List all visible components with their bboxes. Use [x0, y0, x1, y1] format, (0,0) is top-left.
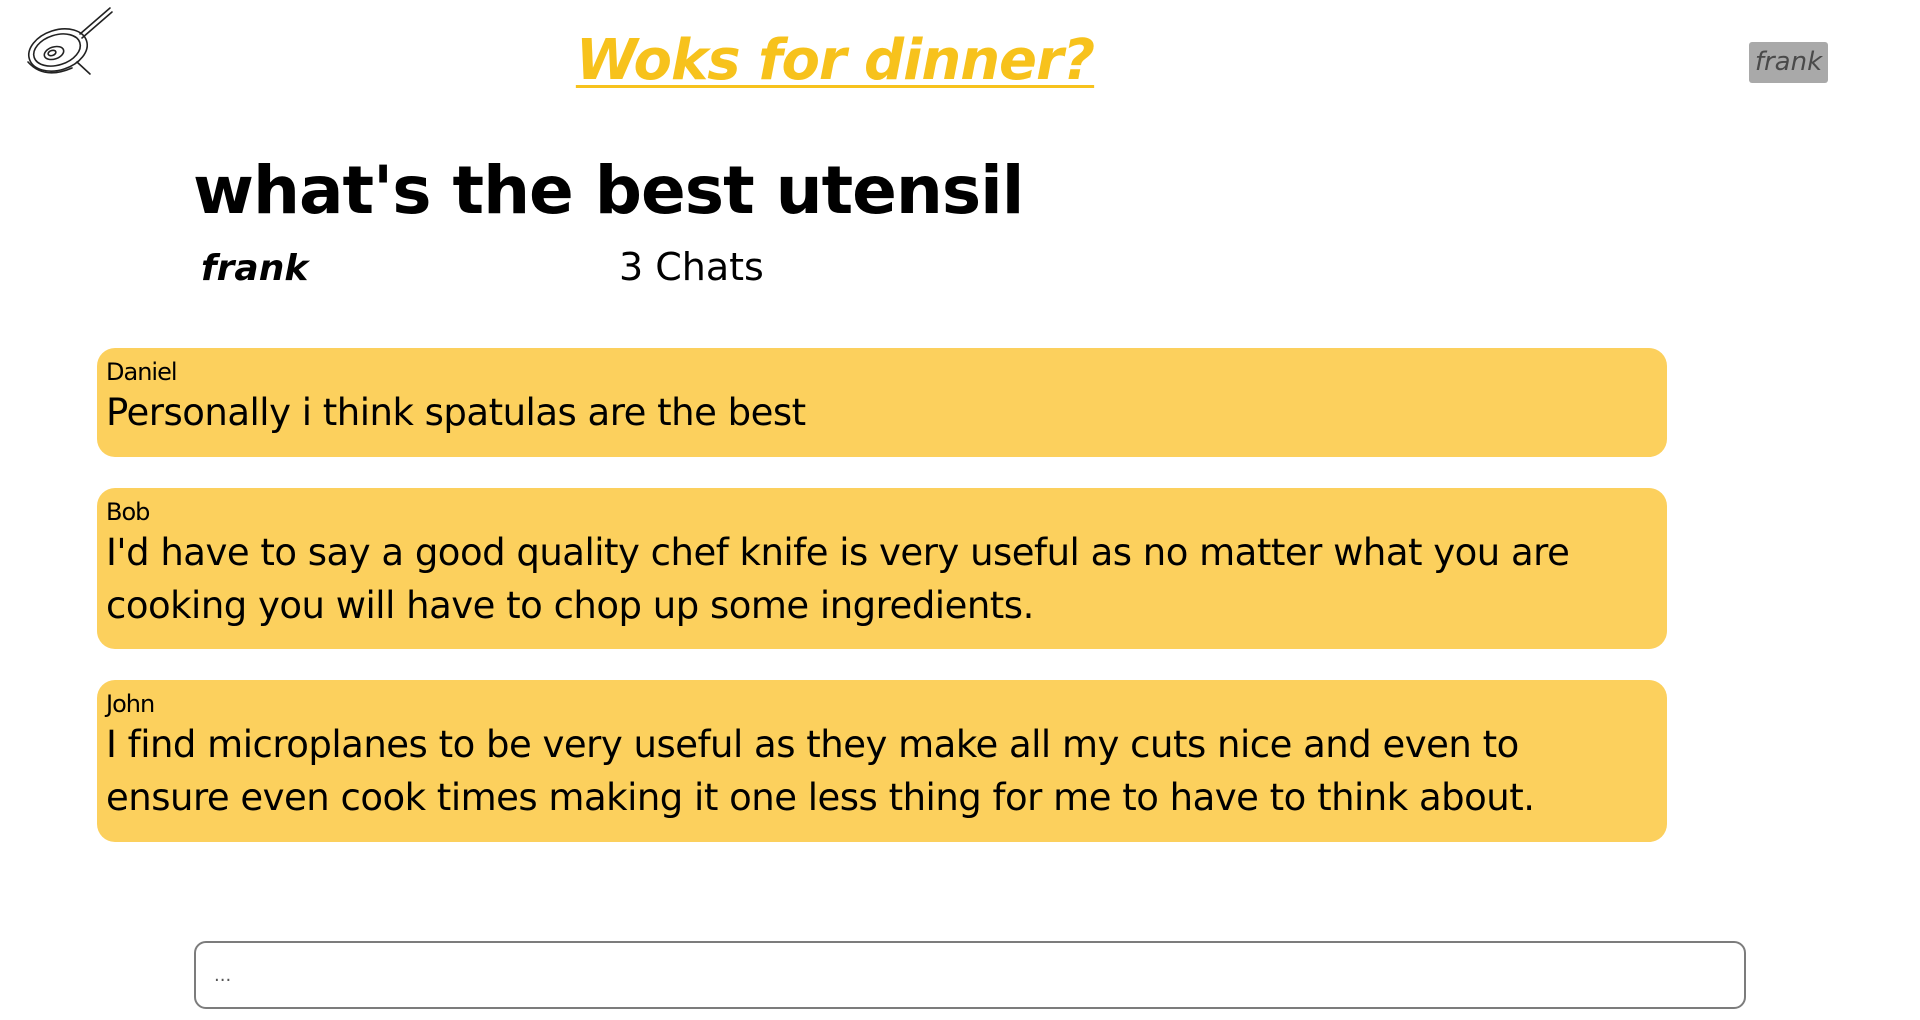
- chat-author: Bob: [106, 498, 150, 526]
- chat-text: Personally i think spatulas are the best: [106, 391, 806, 434]
- chat-text: I'd have to say a good quality chef knif…: [106, 531, 1570, 627]
- page: Woks for dinner? frank what's the best u…: [0, 0, 1920, 1020]
- thread-author: frank: [201, 248, 309, 289]
- user-menu-button[interactable]: frank: [1749, 42, 1828, 83]
- message-input[interactable]: [194, 941, 1746, 1009]
- thread-title: what's the best utensil: [193, 152, 1024, 229]
- thread-chat-count: 3 Chats: [619, 245, 764, 289]
- chat-message: Daniel Personally i think spatulas are t…: [97, 348, 1667, 457]
- site-title-link[interactable]: Woks for dinner?: [0, 28, 1795, 93]
- chat-author: John: [106, 690, 155, 718]
- chat-message: Bob I'd have to say a good quality chef …: [97, 488, 1667, 649]
- chat-text: I find microplanes to be very useful as …: [106, 723, 1535, 819]
- chat-author: Daniel: [106, 358, 178, 386]
- chat-list: Daniel Personally i think spatulas are t…: [97, 348, 1667, 873]
- chat-message: John I find microplanes to be very usefu…: [97, 680, 1667, 842]
